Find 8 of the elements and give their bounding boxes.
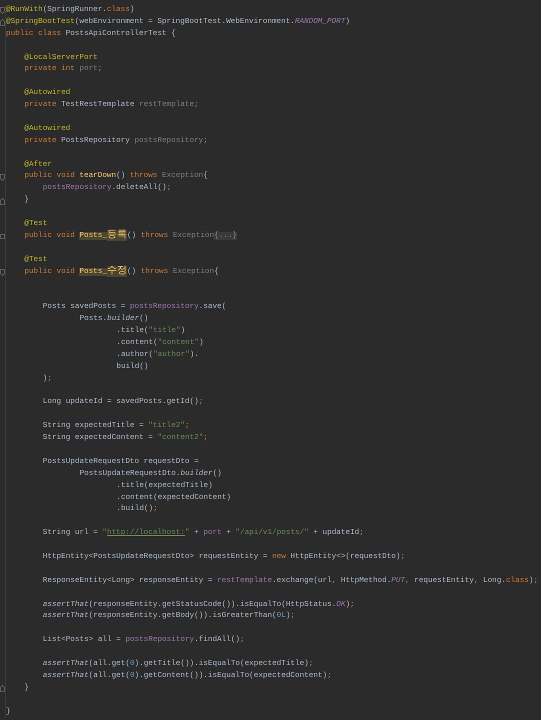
fold-icon[interactable] [0, 198, 5, 205]
fold-icon[interactable] [0, 7, 5, 14]
fold-icon[interactable] [0, 685, 5, 692]
fold-icon[interactable] [0, 19, 5, 26]
fold-icon[interactable] [0, 269, 5, 276]
code-editor[interactable] [0, 0, 541, 720]
fold-icon[interactable] [0, 174, 5, 181]
expand-icon[interactable] [0, 234, 5, 240]
